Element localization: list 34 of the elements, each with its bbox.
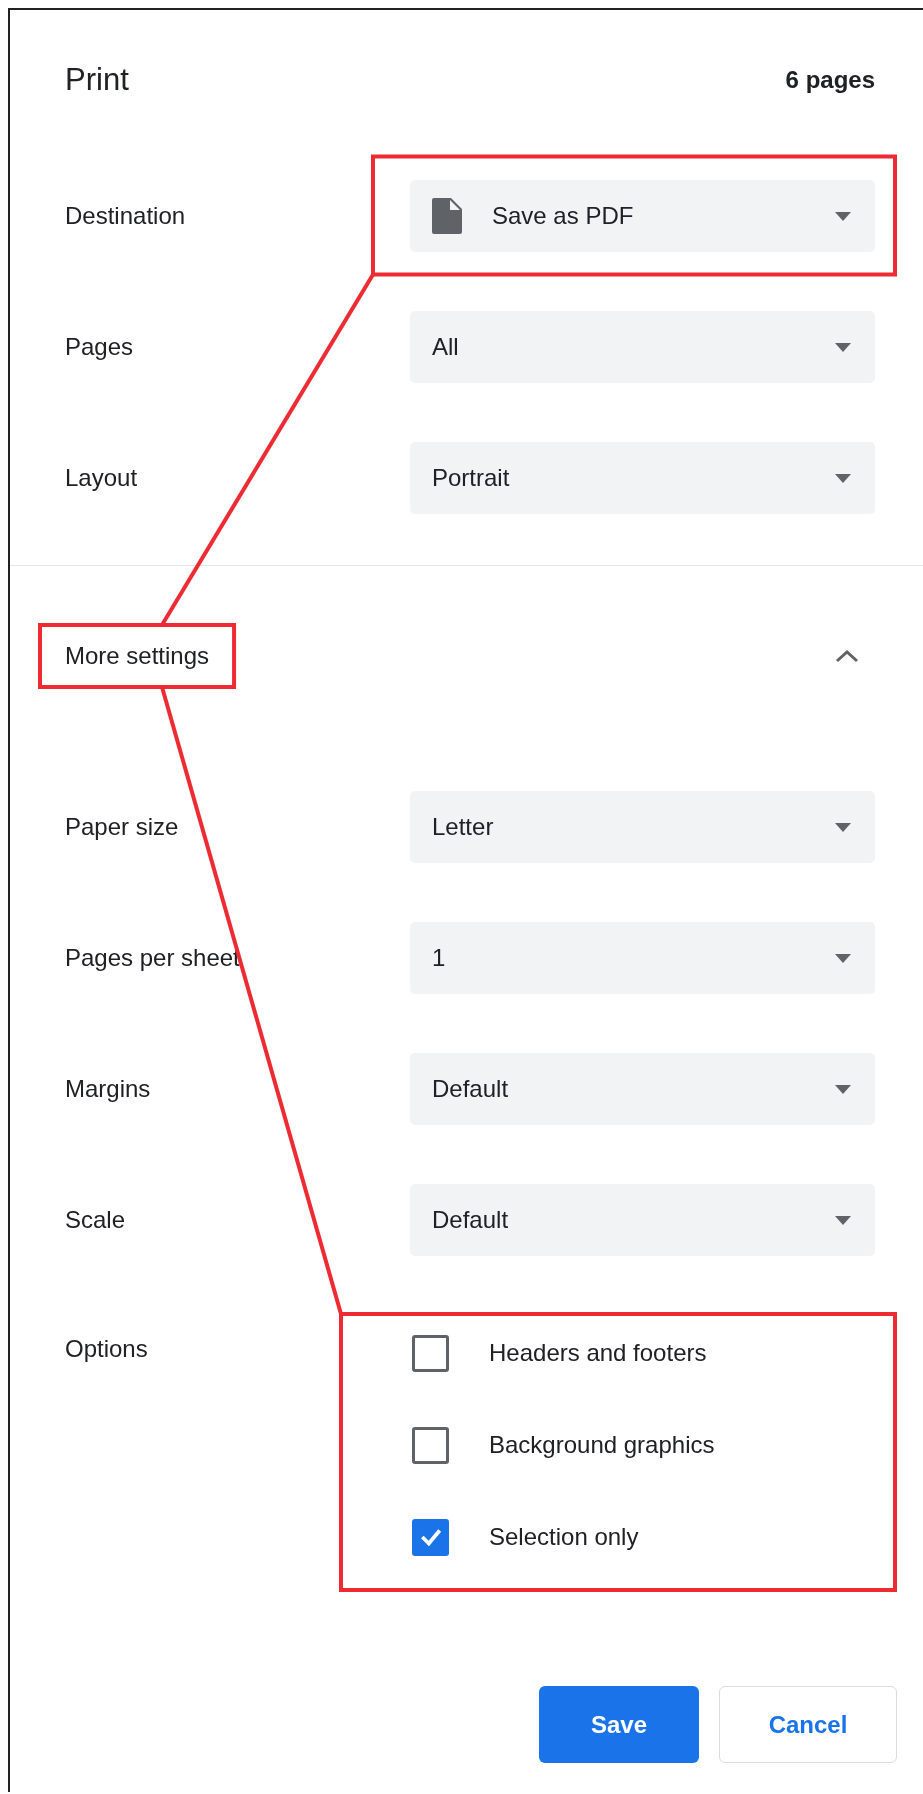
dropdown-arrow-icon xyxy=(833,1082,853,1095)
dropdown-arrow-icon xyxy=(833,820,853,833)
dropdown-arrow-icon xyxy=(833,951,853,964)
document-icon xyxy=(432,197,462,234)
dropdown-field[interactable]: Default xyxy=(410,1052,875,1125)
dropdown-field[interactable]: 1 xyxy=(410,921,875,994)
setting-label: Paper size xyxy=(65,812,180,841)
setting-label: Margins xyxy=(65,1074,152,1103)
dropdown-field[interactable]: Save as PDF xyxy=(410,179,875,252)
dropdown-field[interactable]: Letter xyxy=(410,790,875,863)
setting-label: Pages xyxy=(65,332,135,361)
setting-label: Scale xyxy=(65,1205,127,1234)
dropdown-arrow-icon xyxy=(833,1213,853,1226)
cancel-button[interactable]: Cancel xyxy=(719,1686,897,1763)
chevron-up-icon[interactable] xyxy=(834,648,860,664)
setting-label: Destination xyxy=(65,201,187,230)
setting-label: Options xyxy=(65,1334,149,1364)
dropdown-field[interactable]: All xyxy=(410,310,875,383)
dropdown-field[interactable]: Default xyxy=(410,1183,875,1256)
checkbox[interactable] xyxy=(412,1334,449,1372)
save-button[interactable]: Save xyxy=(539,1686,699,1763)
setting-label: Layout xyxy=(65,463,139,492)
checkbox-label: Headers and footers xyxy=(489,1339,707,1367)
checkbox[interactable] xyxy=(412,1426,449,1464)
dropdown-arrow-icon xyxy=(833,340,853,353)
checkbox[interactable] xyxy=(412,1518,449,1556)
checkbox-label: Background graphics xyxy=(489,1431,715,1459)
dropdown-arrow-icon xyxy=(833,471,853,484)
dialog-title: Print xyxy=(65,62,129,98)
page-count: 6 pages xyxy=(785,66,875,94)
dropdown-arrow-icon xyxy=(833,209,853,222)
more-settings-toggle[interactable]: More settings xyxy=(65,642,210,670)
dropdown-field[interactable]: Portrait xyxy=(410,441,875,514)
checkbox-label: Selection only xyxy=(489,1523,639,1551)
